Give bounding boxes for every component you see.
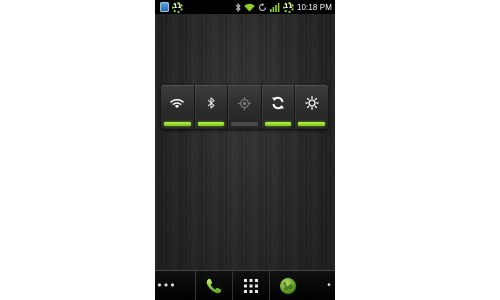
signal-icon — [269, 2, 280, 12]
dock-bar: ••• • — [155, 270, 335, 300]
app-drawer-icon — [243, 278, 258, 293]
sync-icon — [272, 96, 285, 110]
toggle-sync[interactable] — [260, 85, 295, 129]
sync-state-indicator — [264, 122, 292, 126]
wifi-icon — [170, 98, 185, 108]
bluetooth-icon — [235, 2, 241, 12]
dock-left-dots[interactable]: ••• — [155, 280, 177, 291]
app-notification-icon — [160, 2, 169, 12]
toggle-wifi[interactable] — [161, 85, 194, 129]
dock-right-dot[interactable]: • — [323, 280, 335, 291]
status-bar[interactable]: 11 11 10:18 PM — [155, 0, 335, 14]
toggle-gps[interactable] — [227, 85, 261, 129]
toggle-brightness[interactable] — [294, 85, 328, 129]
toggle-bluetooth[interactable] — [193, 85, 228, 129]
browser-button[interactable] — [268, 271, 306, 300]
clock-time: 10:18 PM — [296, 2, 332, 12]
gps-icon — [237, 96, 251, 110]
phone-button[interactable] — [194, 271, 232, 300]
brightness-state-indicator — [298, 122, 325, 126]
wifi-state-indicator — [164, 122, 191, 126]
bluetooth-icon — [207, 97, 215, 109]
battery-level-badge: 11 — [282, 1, 294, 13]
browser-icon — [279, 277, 296, 294]
power-control-widget — [161, 85, 328, 129]
wifi-icon — [244, 3, 255, 11]
phone-screen: 11 11 10:18 PM ••• • — [155, 0, 335, 300]
gps-state-indicator — [231, 122, 258, 126]
notification-count-badge: 11 — [172, 1, 183, 13]
sync-icon — [258, 2, 267, 11]
brightness-icon — [304, 96, 319, 110]
bluetooth-state-indicator — [197, 122, 225, 126]
phone-icon — [206, 278, 221, 293]
app-drawer-button[interactable] — [231, 271, 269, 300]
